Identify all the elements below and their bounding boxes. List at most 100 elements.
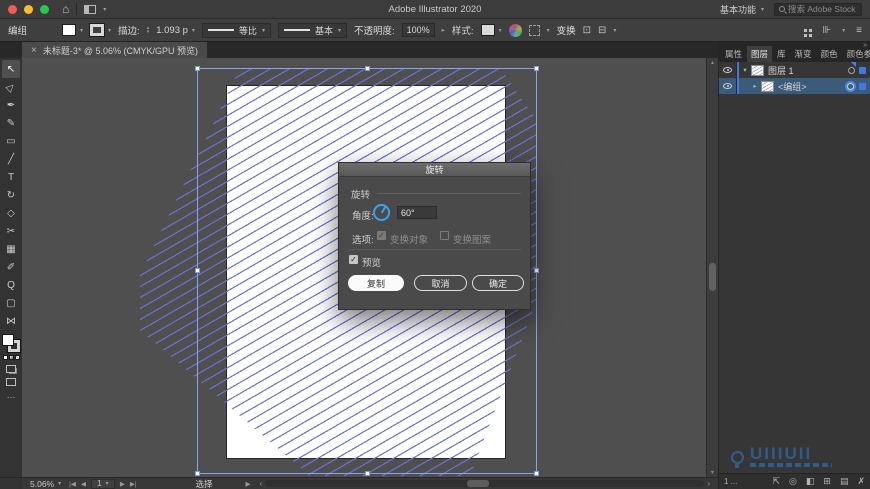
chevron-down-icon[interactable]: ▾ bbox=[103, 6, 106, 13]
gradient-tool[interactable]: ▦ bbox=[2, 240, 20, 258]
search-input[interactable] bbox=[788, 4, 858, 14]
align-objects-icon[interactable]: ⊡ bbox=[583, 25, 591, 36]
cancel-button[interactable]: 取消 bbox=[414, 275, 467, 291]
transform-objects-checkbox[interactable]: ✓ bbox=[377, 231, 386, 240]
chevron-down-icon[interactable]: ▾ bbox=[613, 27, 616, 34]
group-name[interactable]: <编组> bbox=[778, 80, 847, 93]
selection-handle[interactable] bbox=[195, 66, 200, 71]
zoom-tool[interactable]: Q bbox=[2, 276, 20, 294]
layer-row-selected[interactable]: ▸ <编组> bbox=[719, 78, 870, 94]
scroll-right-icon[interactable]: › bbox=[707, 479, 710, 488]
tab-libraries[interactable]: 库 bbox=[773, 46, 790, 62]
artboard-tool[interactable]: ▢ bbox=[2, 294, 20, 312]
zoom-window-button[interactable] bbox=[40, 4, 49, 14]
chevron-down-icon[interactable]: ▾ bbox=[547, 27, 550, 34]
direct-selection-tool[interactable]: ▷ bbox=[2, 78, 20, 96]
chevron-down-icon[interactable]: ▾ bbox=[842, 27, 845, 34]
first-artboard-button[interactable]: |◀ bbox=[69, 480, 76, 488]
workspace-switcher[interactable]: 基本功能 ▾ bbox=[720, 3, 764, 16]
expand-group-icon[interactable]: ▸ bbox=[749, 82, 761, 90]
preview-checkbox[interactable]: ✓ bbox=[349, 255, 358, 264]
scroll-left-icon[interactable]: ‹ bbox=[260, 479, 263, 488]
angle-dial[interactable] bbox=[373, 204, 390, 221]
horizontal-scroll-track[interactable] bbox=[265, 480, 705, 487]
eraser-tool[interactable]: ◇ bbox=[2, 204, 20, 222]
minimize-window-button[interactable] bbox=[24, 4, 33, 14]
graphic-style-swatch[interactable] bbox=[480, 24, 495, 36]
line-segment-tool[interactable]: ╱ bbox=[2, 150, 20, 168]
brush-definition-dropdown[interactable]: 基本 ▾ bbox=[277, 22, 347, 38]
group-thumbnail[interactable] bbox=[761, 80, 774, 92]
expand-layer-icon[interactable]: ▾ bbox=[739, 66, 751, 74]
curvature-tool[interactable]: ✎ bbox=[2, 114, 20, 132]
selection-color-chip[interactable] bbox=[859, 66, 866, 74]
type-tool[interactable]: T bbox=[2, 168, 20, 186]
artboard-number-dropdown[interactable]: 1 ▾ bbox=[90, 478, 115, 489]
home-icon[interactable]: ⌂ bbox=[62, 3, 69, 15]
chevron-down-icon[interactable]: ▾ bbox=[108, 27, 111, 34]
selection-handle[interactable] bbox=[365, 471, 370, 476]
chevron-right-icon[interactable]: ▸ bbox=[442, 26, 445, 34]
horizontal-scrollbar[interactable]: ‹ › bbox=[260, 479, 710, 488]
screen-mode-icon[interactable] bbox=[6, 378, 16, 386]
fill-stroke-indicator[interactable] bbox=[2, 334, 21, 353]
fill-swatch[interactable] bbox=[2, 334, 14, 346]
vertical-scrollbar[interactable]: ▴ ▾ bbox=[706, 58, 718, 477]
eye-icon[interactable] bbox=[723, 83, 732, 89]
angle-input[interactable] bbox=[397, 206, 437, 219]
new-sublayer-icon[interactable]: ⊞ bbox=[823, 476, 831, 487]
arrange-documents-icon[interactable] bbox=[804, 28, 808, 32]
width-tool[interactable]: ⋈ bbox=[2, 312, 20, 330]
workspace-panels-icon[interactable]: ⊪ bbox=[822, 25, 831, 36]
collect-for-export-icon[interactable]: ⇱ bbox=[772, 476, 780, 487]
transform-button[interactable]: 变换 bbox=[557, 23, 576, 37]
selection-handle[interactable] bbox=[534, 268, 539, 273]
stroke-color-swatch[interactable] bbox=[89, 23, 106, 37]
color-mode-icon[interactable] bbox=[2, 355, 8, 360]
close-tab-icon[interactable]: × bbox=[31, 45, 37, 56]
selection-color-chip[interactable] bbox=[859, 82, 866, 90]
status-flyout-icon[interactable]: ▶ bbox=[246, 480, 251, 488]
eyedropper-tool[interactable]: ✐ bbox=[2, 258, 20, 276]
stroke-stepper[interactable]: ▴ ▾ bbox=[147, 26, 150, 35]
stroke-weight-value[interactable]: 1.093 p bbox=[156, 25, 188, 36]
layer-name[interactable]: 图层 1 bbox=[768, 64, 848, 77]
make-mask-icon[interactable]: ◧ bbox=[806, 476, 815, 487]
vertical-scroll-thumb[interactable] bbox=[709, 263, 716, 291]
pen-tool[interactable]: ✒ bbox=[2, 96, 20, 114]
tab-color[interactable]: 颜色 bbox=[817, 46, 842, 62]
none-mode-icon[interactable] bbox=[14, 355, 20, 360]
draw-mode-icon[interactable] bbox=[6, 365, 16, 373]
scroll-up-icon[interactable]: ▴ bbox=[711, 59, 714, 66]
recolor-artwork-icon[interactable] bbox=[508, 23, 522, 37]
gradient-mode-icon[interactable] bbox=[8, 355, 14, 360]
next-artboard-button[interactable]: ▶ bbox=[120, 480, 125, 488]
delete-layer-icon[interactable]: ✗ bbox=[857, 476, 865, 487]
edit-toolbar-icon[interactable]: … bbox=[7, 390, 16, 400]
selection-handle[interactable] bbox=[534, 66, 539, 71]
rotate-tool[interactable]: ↻ bbox=[2, 186, 20, 204]
selection-handle[interactable] bbox=[534, 471, 539, 476]
layer-row[interactable]: ▾ 图层 1 bbox=[719, 62, 870, 78]
scroll-down-icon[interactable]: ▾ bbox=[711, 469, 714, 476]
selection-handle[interactable] bbox=[195, 268, 200, 273]
chevron-down-icon[interactable]: ▾ bbox=[499, 27, 502, 34]
selection-tool[interactable]: ↖ bbox=[2, 60, 20, 78]
distribute-objects-icon[interactable]: ⊟ bbox=[598, 25, 606, 36]
last-artboard-button[interactable]: ▶| bbox=[130, 480, 137, 488]
copy-button[interactable]: 复制 bbox=[348, 275, 404, 291]
tab-layers[interactable]: 图层 bbox=[747, 46, 773, 62]
visibility-cell[interactable] bbox=[719, 78, 737, 94]
transform-patterns-checkbox[interactable] bbox=[440, 231, 449, 240]
target-circle-icon[interactable] bbox=[847, 82, 854, 90]
rectangle-tool[interactable]: ▭ bbox=[2, 132, 20, 150]
target-circle-icon[interactable] bbox=[848, 66, 855, 74]
align-options-icon[interactable] bbox=[528, 24, 540, 36]
collapse-dock-icon[interactable]: » bbox=[863, 42, 867, 49]
ok-button[interactable]: 确定 bbox=[472, 275, 524, 291]
close-window-button[interactable] bbox=[8, 4, 17, 14]
control-bar-menu-icon[interactable]: ≡ bbox=[856, 25, 862, 36]
stock-search[interactable] bbox=[774, 2, 862, 16]
chevron-down-icon[interactable]: ▾ bbox=[80, 27, 83, 34]
locate-object-icon[interactable]: ◎ bbox=[789, 476, 797, 487]
